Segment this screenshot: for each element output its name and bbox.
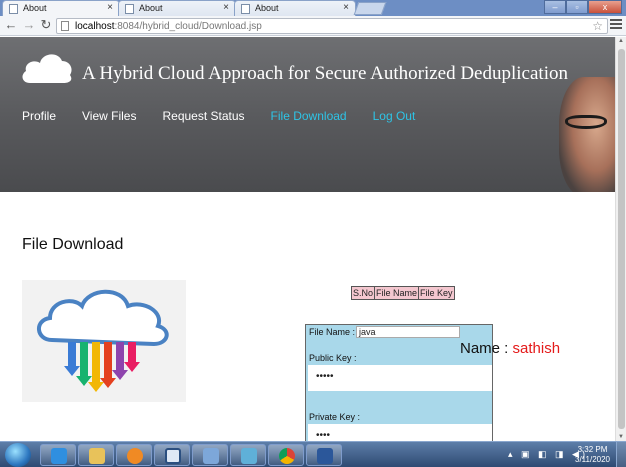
banner-person-image — [559, 77, 615, 192]
word-icon[interactable] — [306, 444, 342, 466]
reload-icon[interactable]: ↻ — [39, 17, 53, 33]
private-key-label: Private Key : — [309, 412, 361, 422]
browser-tabstrip: About × About × About × – ▫ x — [0, 0, 626, 16]
maximize-button[interactable]: ▫ — [566, 0, 588, 14]
header-banner: A Hybrid Cloud Approach for Secure Autho… — [0, 37, 615, 192]
app-icon[interactable] — [230, 444, 266, 466]
page-title: File Download — [22, 236, 124, 253]
back-arrow-icon[interactable]: ← — [4, 17, 18, 33]
window-close-button[interactable]: x — [588, 0, 622, 14]
col-header-file-key: File Key — [418, 286, 455, 300]
address-bar[interactable]: localhost:8084/hybrid_cloud/Download.jsp… — [56, 18, 608, 34]
col-header-sno: S.No — [350, 286, 376, 300]
page-icon — [61, 21, 69, 31]
scroll-down-icon[interactable]: ▼ — [618, 434, 624, 440]
browser-tab[interactable]: About × — [118, 0, 236, 16]
system-tray: ▴ ▣ ◧ ◨ ◀) 3:32 PM 3/11/2020 — [506, 442, 626, 467]
netbeans-icon[interactable] — [192, 444, 228, 466]
page-icon — [125, 4, 134, 14]
banner-glasses-image — [565, 115, 607, 129]
close-icon[interactable]: × — [107, 1, 113, 15]
clock-time: 3:32 PM — [577, 445, 608, 454]
page-viewport: A Hybrid Cloud Approach for Secure Autho… — [0, 37, 615, 441]
minimize-button[interactable]: – — [544, 0, 566, 14]
chrome-icon[interactable] — [268, 444, 304, 466]
tab-title: About — [255, 3, 279, 13]
browser-toolbar: ← → ↻ localhost:8084/hybrid_cloud/Downlo… — [0, 16, 626, 36]
browser-tab[interactable]: About × — [234, 0, 356, 16]
table-header-row: S.No File Name File Key — [350, 286, 455, 300]
private-key-field[interactable]: •••• — [308, 424, 492, 441]
clock[interactable]: 3:32 PM 3/11/2020 — [575, 445, 610, 465]
page-icon — [9, 4, 18, 14]
page-icon — [241, 4, 250, 14]
scroll-up-icon[interactable]: ▲ — [618, 38, 624, 44]
scrollbar-thumb[interactable] — [618, 49, 625, 429]
site-title: A Hybrid Cloud Approach for Secure Autho… — [82, 63, 568, 84]
user-name-display: Name : sathish — [460, 340, 560, 357]
close-icon[interactable]: × — [223, 1, 229, 15]
main-nav: Profile View Files Request Status File D… — [22, 109, 441, 123]
nav-file-download[interactable]: File Download — [271, 109, 347, 123]
nav-view-files[interactable]: View Files — [82, 109, 136, 123]
name-label: Name : — [460, 340, 509, 357]
internet-explorer-icon[interactable] — [40, 444, 76, 466]
nav-profile[interactable]: Profile — [22, 109, 56, 123]
nav-log-out[interactable]: Log Out — [373, 109, 416, 123]
browser-tab[interactable]: About × — [2, 0, 120, 16]
virtualbox-icon[interactable] — [154, 444, 190, 466]
close-icon[interactable]: × — [343, 1, 349, 15]
menu-icon[interactable] — [610, 19, 622, 31]
tab-title: About — [23, 3, 47, 13]
url-path: :8084/hybrid_cloud/Download.jsp — [114, 21, 262, 32]
new-tab-button[interactable] — [353, 2, 387, 15]
show-desktop-button[interactable] — [616, 442, 626, 467]
cloud-download-image — [22, 280, 186, 402]
cloud-logo-icon — [22, 54, 72, 83]
url-text: localhost:8084/hybrid_cloud/Download.jsp — [75, 20, 262, 33]
tab-title: About — [139, 3, 163, 13]
url-host: localhost — [75, 21, 115, 32]
public-key-field[interactable]: ••••• — [308, 365, 492, 391]
window-controls: – ▫ x — [544, 0, 622, 14]
nav-request-status[interactable]: Request Status — [162, 109, 244, 123]
forward-arrow-icon[interactable]: → — [22, 17, 36, 33]
files-table: S.No File Name File Key — [350, 286, 455, 300]
media-icon[interactable] — [116, 444, 152, 466]
vertical-scrollbar[interactable]: ▲ ▼ — [615, 37, 626, 441]
col-header-file-name: File Name — [374, 286, 420, 300]
clock-date: 3/11/2020 — [575, 455, 610, 464]
start-button[interactable] — [5, 443, 31, 467]
name-value: sathish — [512, 340, 561, 357]
explorer-folder-icon[interactable] — [78, 444, 114, 466]
public-key-label: Public Key : — [309, 353, 357, 363]
file-name-input[interactable]: java — [356, 326, 460, 338]
file-name-label: File Name : — [309, 327, 356, 337]
bookmark-star-icon[interactable]: ☆ — [592, 19, 603, 33]
taskbar: ▴ ▣ ◧ ◨ ◀) 3:32 PM 3/11/2020 — [0, 441, 626, 467]
